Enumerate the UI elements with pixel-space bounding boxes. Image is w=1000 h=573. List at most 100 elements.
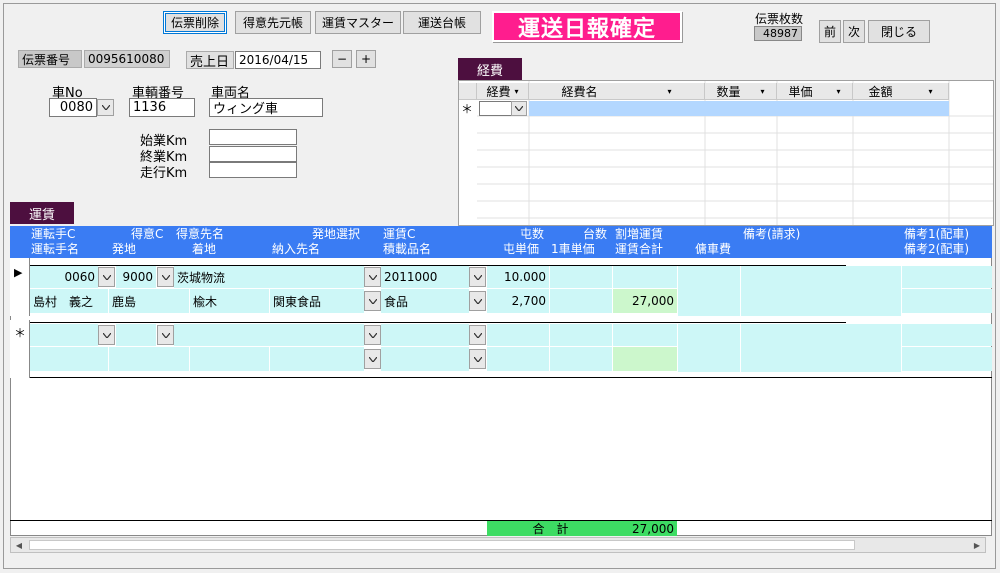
hdr-tonnage: 屯数 bbox=[520, 227, 545, 241]
chevron-down-icon bbox=[473, 356, 482, 362]
tonnage-cell[interactable]: 10.000 bbox=[487, 266, 549, 288]
hdr-charter-fee: 傭車費 bbox=[695, 242, 732, 256]
scroll-left-icon[interactable]: ◀ bbox=[12, 539, 26, 551]
next-button[interactable]: 次 bbox=[843, 20, 865, 43]
hdr-driver-name: 運転手名 bbox=[31, 242, 80, 256]
fare-c-cell[interactable]: 2011000 bbox=[381, 266, 469, 288]
new-driver-c-dropdown[interactable] bbox=[98, 325, 115, 345]
date-plus-button[interactable]: + bbox=[356, 50, 376, 68]
scroll-right-icon[interactable]: ▶ bbox=[970, 539, 984, 551]
remark-bill-cell[interactable] bbox=[741, 266, 901, 316]
driver-c-dropdown[interactable] bbox=[98, 267, 115, 287]
expense-tab[interactable]: 経費 bbox=[458, 58, 522, 80]
expense-col-qty[interactable]: 数量 ▾ bbox=[705, 83, 777, 100]
new-surcharge-cell[interactable] bbox=[613, 324, 677, 346]
new-customer-name-cell[interactable] bbox=[174, 324, 308, 346]
end-km-input[interactable] bbox=[209, 146, 297, 162]
cargo-name-cell[interactable]: 食品 bbox=[381, 289, 469, 313]
new-driver-name-cell[interactable] bbox=[30, 347, 108, 371]
new-customer-c-cell[interactable] bbox=[116, 324, 156, 346]
new-origin-select-dropdown[interactable] bbox=[364, 325, 381, 345]
new-tonnage-cell[interactable] bbox=[487, 324, 549, 346]
expense-col-code[interactable]: 経費 ▾ bbox=[477, 83, 529, 100]
customer-name-cell[interactable]: 茨城物流 bbox=[174, 266, 308, 288]
new-delivery-dropdown[interactable] bbox=[364, 349, 381, 369]
fare-new-record[interactable]: ＊ bbox=[10, 320, 992, 378]
transport-ledger-button[interactable]: 運送台帳 bbox=[403, 11, 481, 34]
new-remark-bill-cell[interactable] bbox=[741, 324, 901, 372]
scrollbar-thumb[interactable] bbox=[29, 540, 855, 550]
hdr-remark-bill: 備考(請求) bbox=[743, 227, 801, 241]
surcharge-cell[interactable] bbox=[613, 266, 677, 288]
fare-c-dropdown[interactable] bbox=[469, 267, 486, 287]
car-no-input[interactable]: 0080 bbox=[49, 98, 97, 117]
new-fare-c-dropdown[interactable] bbox=[469, 325, 486, 345]
new-remark2-cell[interactable] bbox=[902, 347, 992, 371]
sort-arrow-icon: ▾ bbox=[667, 86, 672, 96]
new-origin-cell[interactable] bbox=[109, 347, 189, 371]
origin-select-cell[interactable] bbox=[308, 266, 364, 288]
new-customer-c-dropdown[interactable] bbox=[157, 325, 174, 345]
delivery-dropdown[interactable] bbox=[364, 291, 381, 311]
ton-price-cell[interactable]: 2,700 bbox=[487, 289, 549, 313]
chevron-down-icon bbox=[102, 332, 111, 338]
close-button[interactable]: 閉じる bbox=[868, 20, 930, 43]
car-name-input[interactable]: ウィング車 bbox=[209, 98, 323, 117]
new-units-cell[interactable] bbox=[550, 324, 612, 346]
expense-col-price[interactable]: 単価 ▾ bbox=[777, 83, 853, 100]
charter-fee-cell[interactable] bbox=[678, 266, 740, 316]
new-driver-c-cell[interactable] bbox=[30, 324, 98, 346]
confirm-banner-button[interactable]: 運送日報確定 bbox=[492, 11, 682, 42]
sort-arrow-icon: ▾ bbox=[836, 86, 841, 96]
start-km-input[interactable] bbox=[209, 129, 297, 145]
origin-cell[interactable]: 鹿島 bbox=[109, 289, 189, 313]
origin-select-dropdown[interactable] bbox=[364, 267, 381, 287]
driver-c-cell[interactable]: 0060 bbox=[30, 266, 98, 288]
expense-new-row[interactable] bbox=[529, 101, 949, 116]
fare-record-1[interactable]: ▶ 0060 9000 茨城物流 2011000 10.000 島村 義之 鹿島… bbox=[10, 258, 992, 316]
new-unit-price-cell[interactable] bbox=[550, 347, 612, 371]
new-destination-cell[interactable] bbox=[190, 347, 269, 371]
new-delivery-name-cell[interactable] bbox=[270, 347, 364, 371]
run-km-input[interactable] bbox=[209, 162, 297, 178]
remark2-cell[interactable] bbox=[902, 289, 992, 313]
chevron-down-icon bbox=[101, 105, 110, 110]
fare-master-button[interactable]: 運賃マスター bbox=[315, 11, 401, 34]
prev-button[interactable]: 前 bbox=[819, 20, 841, 43]
fare-tab[interactable]: 運賃 bbox=[10, 202, 74, 224]
new-remark1-cell[interactable] bbox=[902, 324, 992, 346]
customer-c-dropdown[interactable] bbox=[157, 267, 174, 287]
chevron-down-icon bbox=[368, 356, 377, 362]
chevron-down-icon bbox=[368, 332, 377, 338]
expense-col-name[interactable]: 経費名 ▾ bbox=[529, 83, 705, 100]
customer-ledger-button[interactable]: 得意先元帳 bbox=[235, 11, 311, 34]
expense-corner bbox=[459, 83, 477, 100]
car-no-dropdown[interactable] bbox=[97, 99, 114, 116]
remark1-cell[interactable] bbox=[902, 266, 992, 288]
expense-code-dropdown[interactable] bbox=[511, 101, 527, 116]
destination-cell[interactable]: 楡木 bbox=[190, 289, 269, 313]
chevron-down-icon bbox=[102, 274, 111, 280]
new-cargo-name-cell[interactable] bbox=[381, 347, 469, 371]
sale-date-input[interactable]: 2016/04/15 bbox=[235, 51, 321, 69]
expense-col-amount[interactable]: 金額 ▾ bbox=[853, 83, 949, 100]
expense-col-price-label: 単価 bbox=[788, 84, 813, 99]
new-fare-c-cell[interactable] bbox=[381, 324, 469, 346]
date-minus-button[interactable]: − bbox=[332, 50, 352, 68]
cargo-dropdown[interactable] bbox=[469, 291, 486, 311]
units-cell[interactable] bbox=[550, 266, 612, 288]
new-origin-select-cell[interactable] bbox=[308, 324, 364, 346]
new-ton-price-cell[interactable] bbox=[487, 347, 549, 371]
hdr-cargo-name: 積載品名 bbox=[383, 242, 432, 256]
customer-c-cell[interactable]: 9000 bbox=[116, 266, 156, 288]
horizontal-scrollbar[interactable]: ◀ ▶ bbox=[10, 537, 986, 553]
new-cargo-dropdown[interactable] bbox=[469, 349, 486, 369]
unit-price-cell[interactable] bbox=[550, 289, 612, 313]
hdr-remark1: 備考1(配車) bbox=[904, 227, 990, 241]
hdr-customer-name: 得意先名 bbox=[176, 227, 225, 241]
delivery-name-cell[interactable]: 関東食品 bbox=[270, 289, 364, 313]
delete-slip-button[interactable]: 伝票削除 bbox=[163, 11, 227, 34]
new-charter-fee-cell[interactable] bbox=[678, 324, 740, 372]
driver-name-cell[interactable]: 島村 義之 bbox=[30, 289, 108, 313]
plate-input[interactable]: 1136 bbox=[129, 98, 195, 117]
